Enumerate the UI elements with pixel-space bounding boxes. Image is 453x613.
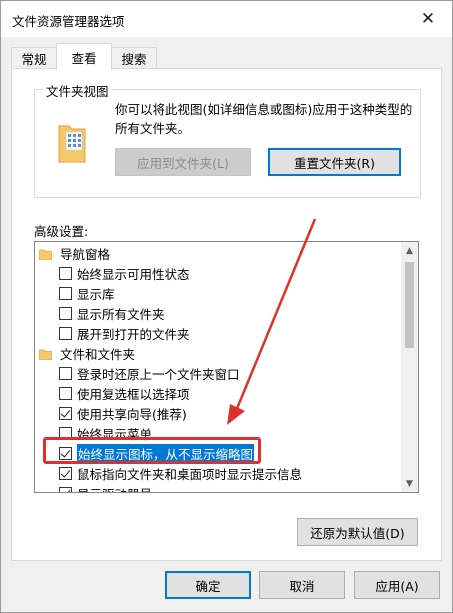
tree-checkbox-item[interactable]: 鼠标指向文件夹和桌面项时显示提示信息	[35, 463, 400, 483]
reset-folders-button[interactable]: 重置文件夹(R)	[268, 148, 401, 176]
tree-item-label: 登录时还原上一个文件夹窗口	[77, 366, 240, 382]
tab-view[interactable]: 查看	[56, 43, 112, 70]
folder-views-description: 你可以将此视图(如详细信息或图标)应用于这种类型的所有文件夹。	[115, 102, 413, 136]
tree-folder-navigation-pane: 导航窗格	[35, 243, 400, 263]
scroll-up-icon[interactable]: ▲	[401, 242, 418, 259]
folder-views-legend: 文件夹视图	[43, 81, 112, 100]
checkbox[interactable]	[59, 406, 72, 420]
apply-button[interactable]: 应用(A)	[354, 571, 440, 599]
tree-item-label: 始终显示可用性状态	[77, 266, 190, 282]
checkbox[interactable]	[59, 306, 72, 320]
checkbox[interactable]	[59, 466, 72, 480]
checkbox[interactable]	[59, 326, 72, 340]
folder-views-group: 文件夹视图 你可以将此视图(如详细信息或图标)应用于这种类型的所有文件夹。 应用…	[34, 81, 421, 198]
tree-checkbox-item[interactable]: 展开到打开的文件夹	[35, 323, 400, 343]
tree-checkbox-item-selected[interactable]: 始终显示图标，从不显示缩略图	[35, 443, 400, 463]
tree-checkbox-item[interactable]: 始终显示菜单	[35, 423, 400, 443]
vertical-scrollbar[interactable]: ▲ ▼	[401, 242, 418, 492]
tree-item-label: 使用复选框以选择项	[77, 386, 190, 402]
advanced-settings-tree[interactable]: 导航窗格 始终显示可用性状态 显示库 显示所有文件夹 展开到打开的文件夹 文件和…	[34, 241, 419, 493]
checkbox[interactable]	[59, 426, 72, 440]
restore-defaults-button[interactable]: 还原为默认值(D)	[297, 518, 418, 546]
tree-checkbox-item[interactable]: 显示驱动器号	[35, 483, 400, 493]
folder-icon	[38, 248, 53, 260]
tree-item-label: 鼠标指向文件夹和桌面项时显示提示信息	[77, 466, 303, 482]
close-icon: ✕	[420, 9, 436, 29]
tree-checkbox-item[interactable]: 显示库	[35, 283, 400, 303]
tree-item-label: 显示库	[77, 286, 115, 302]
ok-button[interactable]: 确定	[165, 571, 251, 599]
advanced-settings-label: 高级设置:	[34, 224, 89, 239]
tree-checkbox-item[interactable]: 始终显示可用性状态	[35, 263, 400, 283]
scroll-down-icon[interactable]: ▼	[401, 475, 418, 492]
tab-search[interactable]: 搜索	[111, 47, 157, 69]
tree-item-label: 显示所有文件夹	[77, 306, 165, 322]
window-title: 文件资源管理器选项	[12, 14, 125, 29]
checkbox[interactable]	[59, 286, 72, 300]
tree-item-label: 展开到打开的文件夹	[77, 326, 190, 342]
cancel-button[interactable]: 取消	[259, 571, 345, 599]
close-button[interactable]: ✕	[408, 5, 448, 33]
apply-to-folders-button[interactable]: 应用到文件夹(L)	[115, 148, 251, 176]
tree-item-label: 使用共享向导(推荐)	[77, 406, 187, 422]
checkbox[interactable]	[59, 366, 72, 380]
folder-icon	[38, 348, 53, 360]
folder-options-window: 文件资源管理器选项 ✕ 常规 查看 搜索 文件夹视图 你可以将此视图(如详细信息…	[0, 0, 453, 613]
tree-checkbox-item[interactable]: 使用复选框以选择项	[35, 383, 400, 403]
view-tab-panel: 文件夹视图 你可以将此视图(如详细信息或图标)应用于这种类型的所有文件夹。 应用…	[11, 68, 442, 561]
tree-checkbox-item[interactable]: 使用共享向导(推荐)	[35, 403, 400, 423]
tree-checkbox-item[interactable]: 登录时还原上一个文件夹窗口	[35, 363, 400, 383]
checkbox[interactable]	[59, 386, 72, 400]
checkbox[interactable]	[59, 266, 72, 280]
tree-item-label: 始终显示菜单	[77, 426, 153, 442]
tree-folder-files-and-folders: 文件和文件夹	[35, 343, 400, 363]
tab-general[interactable]: 常规	[11, 47, 57, 69]
tree-item-label: 始终显示图标，从不显示缩略图	[77, 443, 255, 463]
tree-item-label: 文件和文件夹	[60, 346, 136, 362]
tree-checkbox-item[interactable]: 显示所有文件夹	[35, 303, 400, 323]
tab-strip: 常规 查看 搜索	[11, 43, 439, 70]
tree-item-label: 导航窗格	[60, 246, 111, 262]
tree-item-label: 显示驱动器号	[77, 484, 152, 493]
checkbox[interactable]	[59, 486, 72, 492]
folder-view-icon	[57, 120, 87, 164]
checkbox[interactable]	[59, 446, 72, 460]
scroll-thumb[interactable]	[405, 262, 414, 348]
title-bar: 文件资源管理器选项 ✕	[1, 1, 452, 37]
